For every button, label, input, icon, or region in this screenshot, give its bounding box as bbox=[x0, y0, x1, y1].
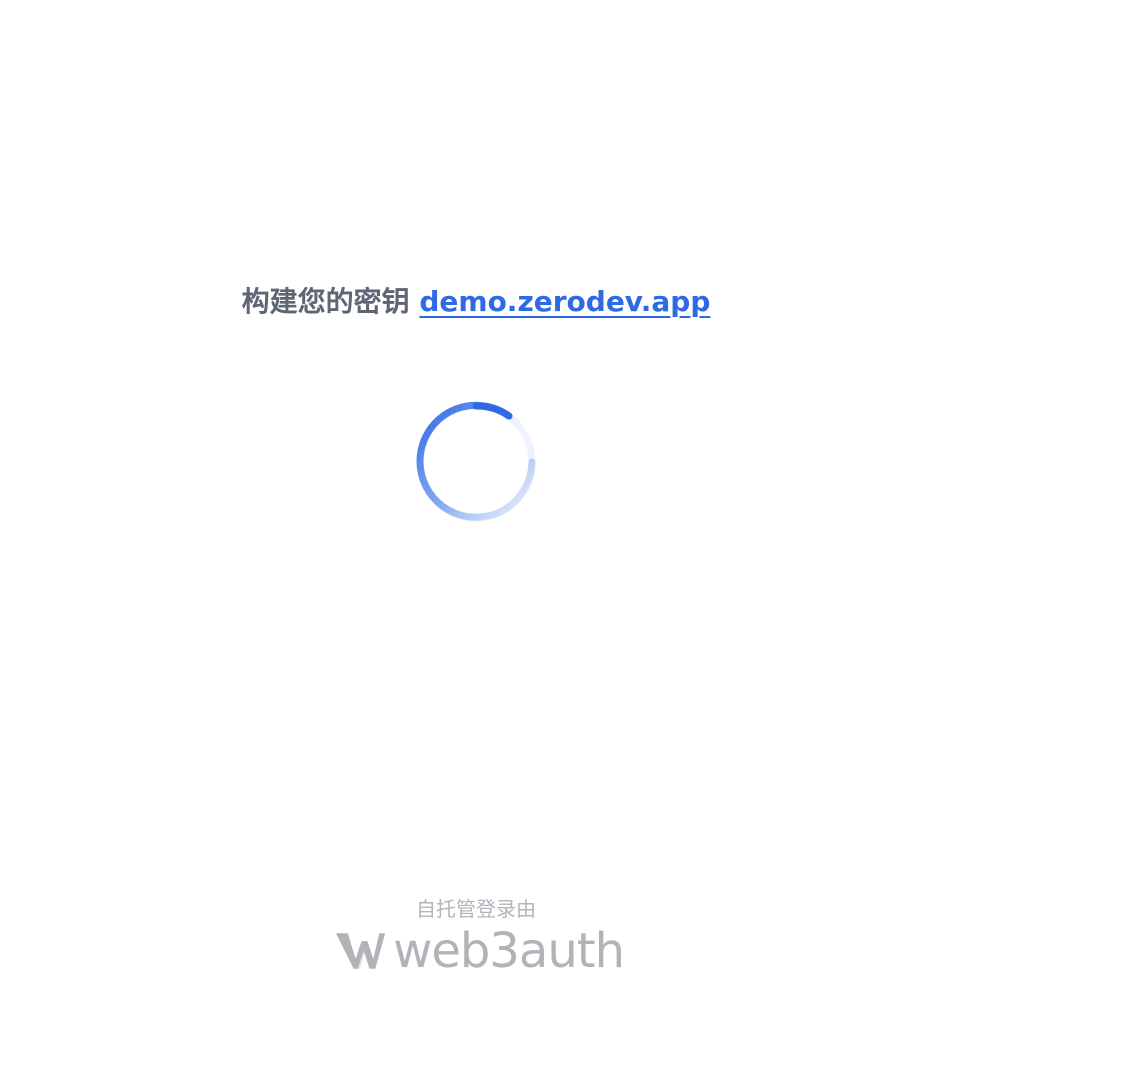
page-title-prefix: 构建您的密钥 bbox=[241, 285, 410, 318]
page: 构建您的密钥 demo.zerodev.app 自托管登录由 web3auth bbox=[0, 0, 1126, 1072]
web3auth-logo-icon bbox=[335, 933, 386, 969]
web3auth-wordmark: web3auth bbox=[393, 923, 625, 979]
footer-label: 自托管登录由 bbox=[416, 897, 536, 921]
page-title: 构建您的密钥 demo.zerodev.app bbox=[0, 282, 952, 322]
loading-spinner-icon bbox=[416, 401, 536, 522]
web3auth-brand[interactable]: web3auth bbox=[334, 923, 625, 979]
domain-link[interactable]: demo.zerodev.app bbox=[419, 285, 710, 318]
